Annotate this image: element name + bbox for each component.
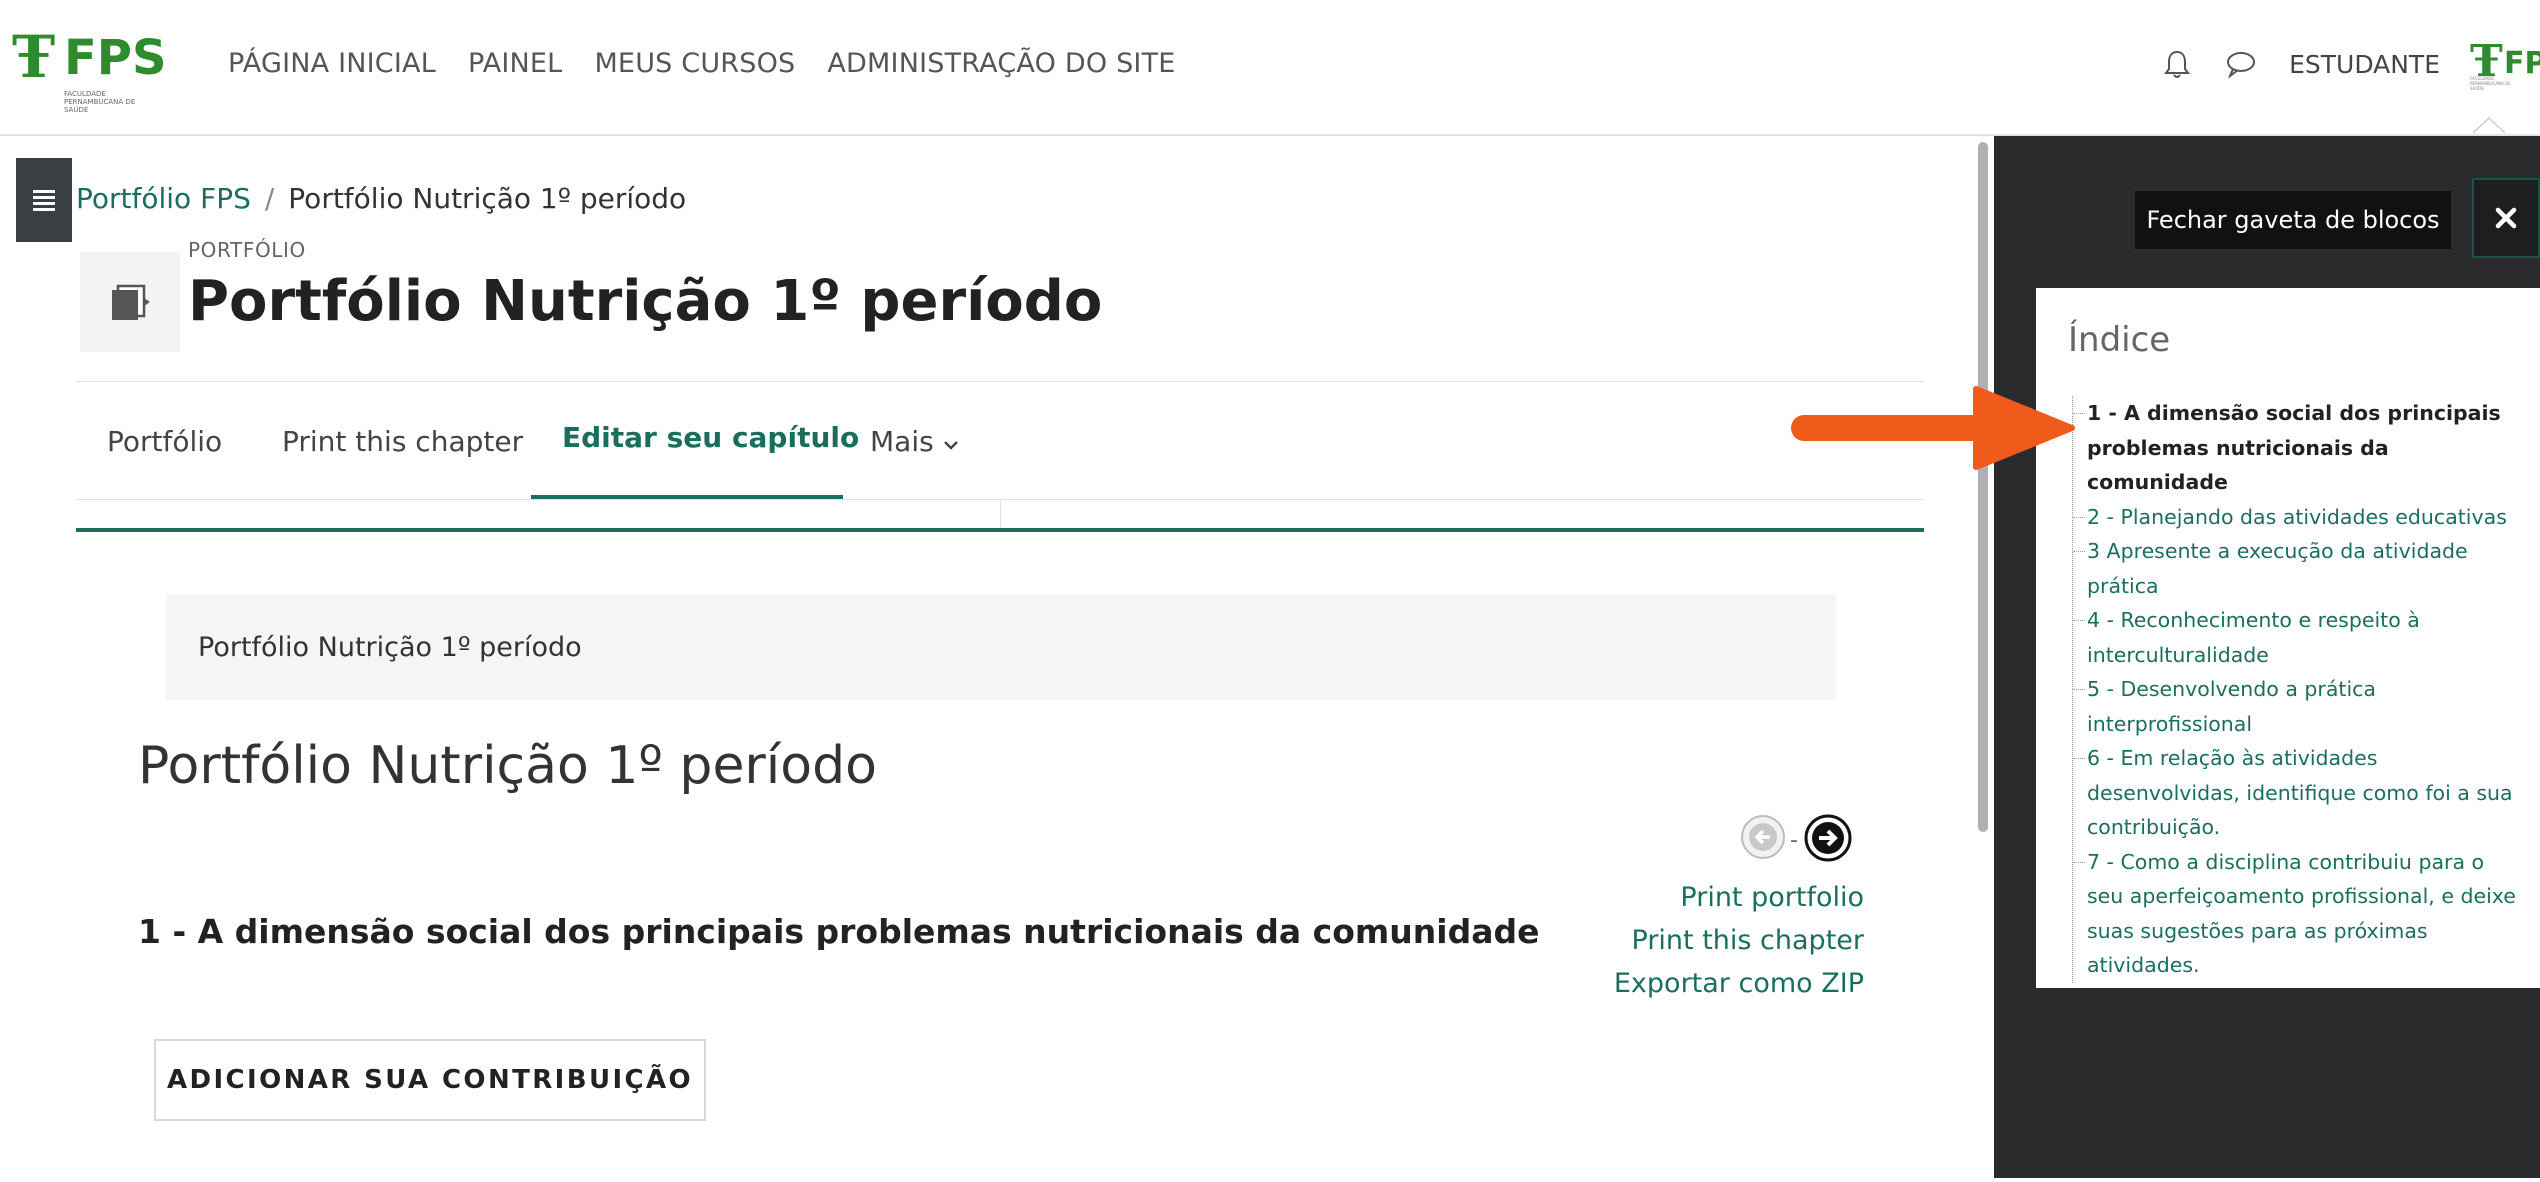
page-scrollbar[interactable] — [1978, 142, 1988, 832]
avatar-subtitle: FACULDADE PERNAMBUCANA DE SAÚDE — [2470, 76, 2511, 91]
open-course-index-button[interactable] — [16, 158, 72, 242]
tab-print-chapter[interactable]: Print this chapter — [282, 422, 523, 462]
index-item[interactable]: 3 Apresente a execução da atividade prát… — [2073, 534, 2523, 603]
index-item-current: 1 - A dimensão social dos principais pro… — [2073, 396, 2523, 500]
index-item[interactable]: 4 - Reconhecimento e respeito à intercul… — [2073, 603, 2523, 672]
chapter-navigation: - — [1740, 812, 1860, 866]
tab-portfolio[interactable]: Portfólio — [107, 422, 222, 462]
nav-dashboard[interactable]: PAINEL — [468, 44, 563, 84]
nav-site-admin[interactable]: ADMINISTRAÇÃO DO SITE — [827, 44, 1175, 84]
book-title: Portfólio Nutrição 1º período — [138, 736, 877, 796]
book-index-block: Índice 1 - A dimensão social dos princip… — [2036, 288, 2540, 988]
index-title: Índice — [2068, 320, 2171, 360]
page-title: Portfólio Nutrição 1º período — [188, 269, 1103, 334]
block-drawer: Fechar gaveta de blocos Índice 1 - A dim… — [1994, 136, 2540, 1178]
next-chapter-icon[interactable] — [1804, 814, 1852, 862]
logo-text: FPS — [64, 30, 167, 86]
print-portfolio-link[interactable]: Print portfolio — [1614, 876, 1864, 919]
close-drawer-tooltip: Fechar gaveta de blocos — [2135, 191, 2451, 249]
fps-logo[interactable]: Ŧ FPS FACULDADE PERNAMBUCANA DE SAÚDE — [12, 23, 167, 120]
index-item[interactable]: 7 - Como a disciplina contribuiu para o … — [2073, 845, 2523, 983]
user-name[interactable]: ESTUDANTE — [2289, 50, 2440, 79]
book-summary: Portfólio Nutrição 1º período — [166, 594, 1836, 700]
index-list: 1 - A dimensão social dos principais pro… — [2072, 396, 2523, 983]
chevron-down-icon — [943, 441, 958, 450]
book-summary-text: Portfólio Nutrição 1º período — [198, 632, 582, 663]
annotation-arrow-icon — [1791, 386, 2075, 470]
dropdown-caret-icon — [2472, 116, 2506, 134]
export-zip-link[interactable]: Exportar como ZIP — [1614, 962, 1864, 1005]
secondary-nav-tabs: Portfólio Print this chapter Editar seu … — [76, 381, 1924, 532]
close-drawer-button[interactable] — [2472, 178, 2540, 258]
book-actions: Print portfolio Print this chapter Expor… — [1614, 876, 1864, 1005]
fps-logo-mark-icon: Ŧ — [12, 23, 56, 91]
page-eyebrow: PORTFÓLIO — [188, 238, 306, 262]
book-icon — [80, 252, 180, 352]
tab-edit-chapter[interactable]: Editar seu capítulo — [562, 418, 859, 458]
index-item[interactable]: 2 - Planejando das atividades educativas — [2073, 500, 2523, 535]
logo-subtitle: FACULDADE PERNAMBUCANA DE SAÚDE — [64, 90, 136, 114]
nav-home[interactable]: PÁGINA INICIAL — [228, 44, 436, 84]
breadcrumb: Portfólio FPS / Portfólio Nutrição 1º pe… — [76, 180, 686, 218]
tab-more[interactable]: Mais — [870, 422, 959, 462]
chapter-title: 1 - A dimensão social dos principais pro… — [138, 912, 1540, 951]
nav-my-courses[interactable]: MEUS CURSOS — [594, 44, 795, 84]
tab-more-label: Mais — [870, 425, 934, 458]
previous-chapter-icon[interactable] — [1740, 814, 1786, 860]
breadcrumb-portfolio-fps[interactable]: Portfólio FPS — [76, 180, 251, 218]
breadcrumb-separator: / — [264, 182, 275, 215]
print-chapter-link[interactable]: Print this chapter — [1614, 919, 1864, 962]
chapter-nav-separator: - — [1790, 828, 1798, 853]
chat-bubble-icon[interactable] — [2225, 48, 2257, 80]
add-contribution-button[interactable]: ADICIONAR SUA CONTRIBUIÇÃO — [154, 1039, 706, 1121]
close-icon — [2495, 207, 2517, 229]
primary-nav: PÁGINA INICIAL PAINEL MEUS CURSOS ADMINI… — [228, 44, 1176, 84]
page-header: PORTFÓLIO Portfólio Nutrição 1º período — [76, 222, 1926, 382]
index-item[interactable]: 6 - Em relação às atividades desenvolvid… — [2073, 741, 2523, 845]
bell-icon[interactable] — [2161, 48, 2193, 80]
breadcrumb-current[interactable]: Portfólio Nutrição 1º período — [288, 180, 686, 218]
index-item[interactable]: 5 - Desenvolvendo a prática interprofiss… — [2073, 672, 2523, 741]
list-icon — [33, 190, 55, 211]
top-navbar: Ŧ FPS FACULDADE PERNAMBUCANA DE SAÚDE PÁ… — [0, 0, 2540, 136]
book-content: Portfólio Nutrição 1º período Portfólio … — [76, 528, 1924, 1182]
